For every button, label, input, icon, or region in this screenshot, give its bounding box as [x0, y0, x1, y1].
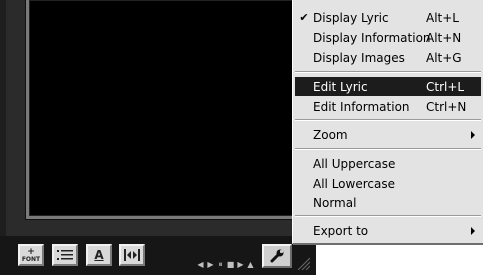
menu-item-edit-information[interactable]: Edit Information Ctrl+N [295, 97, 481, 116]
menu-item-shortcut: Alt+L [426, 10, 459, 25]
menu-separator [295, 71, 481, 73]
submenu-arrow-icon [471, 130, 475, 139]
plus-icon: + [27, 246, 35, 257]
menu-item-shortcut: Alt+N [426, 30, 462, 45]
menu-item-display-images[interactable]: Display Images Alt+G [295, 48, 481, 67]
wrench-icon [270, 249, 284, 263]
align-icon [57, 250, 73, 260]
menu-item-display-lyric[interactable]: ✔ Display Lyric Alt+L [295, 8, 481, 27]
spacing-button[interactable] [119, 244, 145, 266]
menu-item-label: All Lowercase [313, 176, 395, 191]
font-button[interactable]: + FONT [18, 244, 44, 266]
settings-wrench-button[interactable] [262, 244, 292, 268]
menu-item-all-lowercase[interactable]: All Lowercase [295, 174, 481, 193]
menu-item-shortcut: Ctrl+L [426, 79, 465, 94]
submenu-arrow-icon [471, 226, 475, 235]
menu-separator [295, 148, 481, 150]
checkmark-icon: ✔ [299, 11, 309, 24]
next-icon[interactable]: ▶ [236, 261, 245, 269]
menu-item-all-uppercase[interactable]: All Uppercase [295, 154, 481, 173]
play-icon[interactable]: ▶ [206, 261, 215, 269]
menu-item-label: Display Lyric [313, 10, 389, 25]
menu-item-shortcut: Ctrl+N [426, 99, 467, 114]
text-style-button[interactable]: A [86, 244, 112, 266]
align-text-button[interactable] [52, 244, 78, 266]
lyric-player-window: + FONT A ◀ ▶ ⏸ ■ ▶ ▲ [0, 0, 316, 275]
menu-item-label: Edit Information [313, 99, 410, 114]
menu-separator [295, 119, 481, 121]
font-button-label: FONT [21, 255, 41, 263]
expand-arrows-icon [124, 249, 140, 261]
menu-item-label: Normal [313, 195, 357, 210]
stop-icon[interactable]: ■ [226, 261, 235, 269]
menu-item-label: Export to [313, 223, 369, 238]
eject-icon[interactable]: ▲ [246, 261, 255, 269]
menu-item-label: All Uppercase [313, 156, 396, 171]
menu-item-export-to[interactable]: Export to [295, 221, 481, 240]
menu-item-zoom[interactable]: Zoom [295, 125, 481, 144]
menu-item-shortcut: Alt+G [426, 50, 462, 65]
pause-icon[interactable]: ⏸ [216, 261, 225, 269]
lyric-display-area[interactable] [26, 0, 302, 219]
prev-icon[interactable]: ◀ [196, 261, 205, 269]
transport-controls: ◀ ▶ ⏸ ■ ▶ ▲ [196, 260, 260, 270]
menu-item-label: Zoom [313, 127, 348, 142]
menu-item-label: Display Images [313, 50, 405, 65]
menu-separator [295, 215, 481, 217]
menu-item-label: Edit Lyric [313, 79, 368, 94]
letter-a-icon: A [94, 248, 104, 262]
menu-item-label: Display Information [313, 30, 431, 45]
context-menu: ✔ Display Lyric Alt+L Display Informatio… [292, 0, 483, 244]
menu-item-display-information[interactable]: Display Information Alt+N [295, 28, 481, 47]
resize-grip-icon[interactable] [296, 254, 310, 270]
menu-item-normal[interactable]: Normal [295, 193, 481, 212]
menu-item-edit-lyric[interactable]: Edit Lyric Ctrl+L [295, 77, 481, 96]
